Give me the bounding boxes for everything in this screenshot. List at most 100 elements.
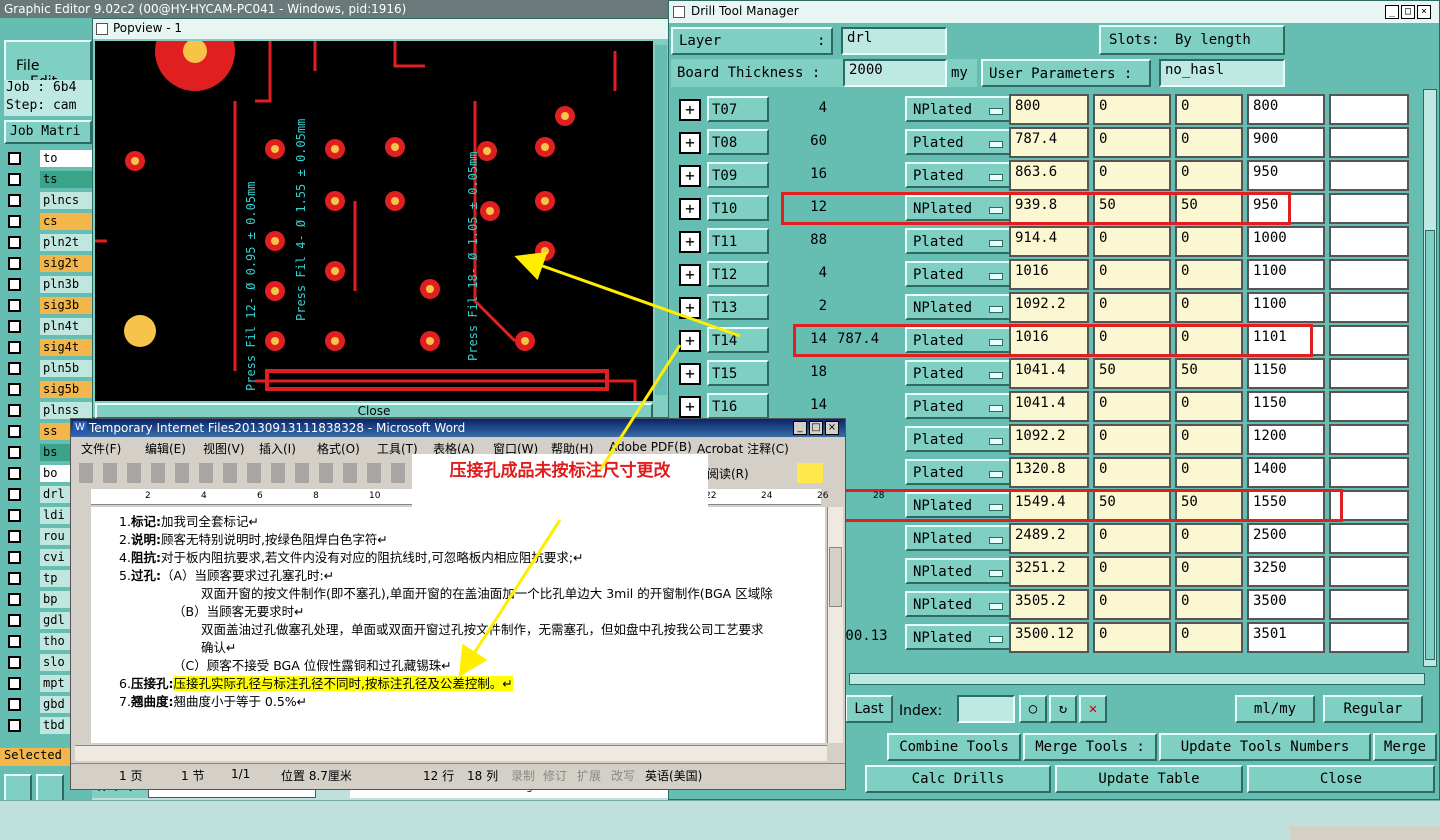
tool-cell-c3[interactable]: 0 bbox=[1175, 589, 1243, 620]
layer-checkbox[interactable] bbox=[8, 299, 21, 312]
tool-number[interactable]: T14 bbox=[707, 327, 769, 353]
expand-tool-icon[interactable]: + bbox=[679, 363, 701, 385]
layer-checkbox[interactable] bbox=[8, 152, 21, 165]
layer-row[interactable]: cs bbox=[4, 213, 92, 230]
tool-cell-c3[interactable]: 0 bbox=[1175, 457, 1243, 488]
user-parameters-field[interactable]: no_hasl bbox=[1159, 59, 1285, 87]
expand-tool-icon[interactable]: + bbox=[679, 396, 701, 418]
tool-type-dropdown[interactable]: Plated bbox=[905, 327, 1013, 353]
tool-cell-c5[interactable] bbox=[1329, 391, 1409, 422]
tool-cell-c4[interactable]: 950 bbox=[1247, 160, 1325, 191]
document-line[interactable]: 7.翘曲度:翘曲度小于等于 0.5%↵ bbox=[119, 691, 307, 710]
tool-cell-c5[interactable] bbox=[1329, 226, 1409, 257]
word-menu-item[interactable]: 视图(V) bbox=[203, 440, 245, 457]
toolbar-icons[interactable] bbox=[79, 463, 409, 483]
tool-cell-c2[interactable]: 0 bbox=[1093, 424, 1171, 455]
tool-cell-c5[interactable] bbox=[1329, 259, 1409, 290]
tool-number[interactable]: T09 bbox=[707, 162, 769, 188]
bulb-icon[interactable]: ○ bbox=[1019, 695, 1047, 723]
word-menu-item[interactable]: 文件(F) bbox=[81, 440, 121, 457]
tool-type-dropdown[interactable]: NPlated bbox=[905, 624, 1013, 650]
tool-cell-c4[interactable]: 800 bbox=[1247, 94, 1325, 125]
job-matrix-button[interactable]: Job Matri bbox=[4, 120, 92, 144]
tool-cell-c4[interactable]: 1150 bbox=[1247, 358, 1325, 389]
layer-checkbox[interactable] bbox=[8, 509, 21, 522]
tool-cell-c2[interactable]: 0 bbox=[1093, 94, 1171, 125]
close-icon[interactable]: × bbox=[1417, 5, 1431, 19]
word-maximize-icon[interactable]: □ bbox=[809, 421, 823, 435]
tool-cell-c3[interactable]: 0 bbox=[1175, 226, 1243, 257]
expand-tool-icon[interactable]: + bbox=[679, 264, 701, 286]
word-menu-item[interactable]: 格式(O) bbox=[317, 440, 360, 457]
tool-cell-c1[interactable]: 1092.2 bbox=[1009, 424, 1089, 455]
tool-cell-c2[interactable]: 0 bbox=[1093, 457, 1171, 488]
tool-cell-c1[interactable]: 3500.12 bbox=[1009, 622, 1089, 653]
layer-checkbox[interactable] bbox=[8, 719, 21, 732]
tool-type-dropdown[interactable]: Plated bbox=[905, 393, 1013, 419]
tool-cell-c3[interactable]: 0 bbox=[1175, 127, 1243, 158]
document-line[interactable]: 双面开窗的按文件制作(即不塞孔),单面开窗的在盖油面加一个比孔单边大 3mil … bbox=[201, 583, 773, 602]
tool-type-dropdown[interactable]: NPlated bbox=[905, 492, 1013, 518]
document-line[interactable]: 双面盖油过孔做塞孔处理，单面或双面开窗过孔按文件制作，无需塞孔，但如盘中孔按我公… bbox=[201, 619, 764, 638]
tool-number[interactable]: T13 bbox=[707, 294, 769, 320]
document-line[interactable]: （C）顾客不接受 BGA 位假性露铜和过孔藏锡珠↵ bbox=[173, 655, 452, 674]
layer-name[interactable]: sig5b bbox=[40, 381, 92, 398]
menu-file[interactable]: File bbox=[16, 58, 39, 74]
refresh-icon[interactable]: ↻ bbox=[1049, 695, 1077, 723]
tool-cell-c2[interactable]: 0 bbox=[1093, 556, 1171, 587]
tool-type-dropdown[interactable]: Plated bbox=[905, 360, 1013, 386]
word-hscrollbar[interactable] bbox=[75, 745, 827, 761]
tool-cell-c3[interactable]: 0 bbox=[1175, 424, 1243, 455]
tool-number[interactable]: T16 bbox=[707, 393, 769, 419]
word-menu-item[interactable]: Acrobat 注释(C) bbox=[697, 440, 789, 457]
word-menu-item[interactable]: Adobe PDF(B) bbox=[609, 440, 692, 454]
layer-row[interactable]: plncs bbox=[4, 192, 92, 209]
tool-cell-c2[interactable]: 0 bbox=[1093, 622, 1171, 653]
maximize-icon[interactable]: □ bbox=[1401, 5, 1415, 19]
tool-cell-c4[interactable]: 2500 bbox=[1247, 523, 1325, 554]
layer-checkbox[interactable] bbox=[8, 656, 21, 669]
tool-cell-c3[interactable]: 50 bbox=[1175, 490, 1243, 521]
layer-checkbox[interactable] bbox=[8, 362, 21, 375]
layer-name[interactable]: pln4t bbox=[40, 318, 92, 335]
layer-row[interactable]: sig4t bbox=[4, 339, 92, 356]
layer-checkbox[interactable] bbox=[8, 446, 21, 459]
word-menu-item[interactable]: 编辑(E) bbox=[145, 440, 186, 457]
tool-cell-c1[interactable]: 863.6 bbox=[1009, 160, 1089, 191]
status-record[interactable]: 录制 bbox=[511, 767, 535, 784]
expand-tool-icon[interactable]: + bbox=[679, 198, 701, 220]
tool-cell-c4[interactable]: 1101 bbox=[1247, 325, 1325, 356]
layer-name[interactable]: cs bbox=[40, 213, 92, 230]
drill-window-icon[interactable] bbox=[673, 6, 685, 18]
highlight-icon[interactable] bbox=[797, 463, 823, 483]
document-line[interactable]: 5.过孔:（A）当顾客要求过孔塞孔时:↵ bbox=[119, 565, 334, 584]
status-extend[interactable]: 扩展 bbox=[577, 767, 601, 784]
expand-tool-icon[interactable]: + bbox=[679, 165, 701, 187]
tool-cell-c3[interactable]: 0 bbox=[1175, 94, 1243, 125]
tool-cell-c5[interactable] bbox=[1329, 94, 1409, 125]
layer-row[interactable]: plnss bbox=[4, 402, 92, 419]
layer-checkbox[interactable] bbox=[8, 551, 21, 564]
layer-name[interactable]: pln3b bbox=[40, 276, 92, 293]
layer-checkbox[interactable] bbox=[8, 236, 21, 249]
document-page[interactable]: 1.标记:加我司全套标记↵ 2.说明:顾客无特别说明时,按绿色阻焊白色字符↵ 4.阻… bbox=[91, 507, 825, 743]
tool-type-dropdown[interactable]: Plated bbox=[905, 228, 1013, 254]
tool-type-dropdown[interactable]: NPlated bbox=[905, 558, 1013, 584]
layer-row[interactable]: ts bbox=[4, 171, 92, 188]
user-parameters-button[interactable]: User Parameters : bbox=[981, 59, 1151, 87]
layer-checkbox[interactable] bbox=[8, 677, 21, 690]
close-button[interactable]: Close bbox=[1247, 765, 1435, 793]
tool-cell-c5[interactable] bbox=[1329, 589, 1409, 620]
units-dropdown[interactable]: ml/my bbox=[1235, 695, 1315, 723]
document-line[interactable]: 6.压接孔:压接孔实际孔径与标注孔径不同时,按标注孔径及公差控制。↵ bbox=[119, 673, 513, 692]
tool-cell-c3[interactable]: 0 bbox=[1175, 325, 1243, 356]
layer-row[interactable]: pln2t bbox=[4, 234, 92, 251]
tool-cell-c3[interactable]: 50 bbox=[1175, 358, 1243, 389]
tool-cell-c1[interactable]: 1016 bbox=[1009, 259, 1089, 290]
update-tools-numbers-dropdown[interactable]: Update Tools Numbers bbox=[1159, 733, 1371, 761]
tool-number[interactable]: T07 bbox=[707, 96, 769, 122]
tool-cell-c3[interactable]: 0 bbox=[1175, 523, 1243, 554]
layer-row[interactable]: pln3b bbox=[4, 276, 92, 293]
tool-type-dropdown[interactable]: Plated bbox=[905, 129, 1013, 155]
layer-name[interactable]: to bbox=[40, 150, 92, 167]
